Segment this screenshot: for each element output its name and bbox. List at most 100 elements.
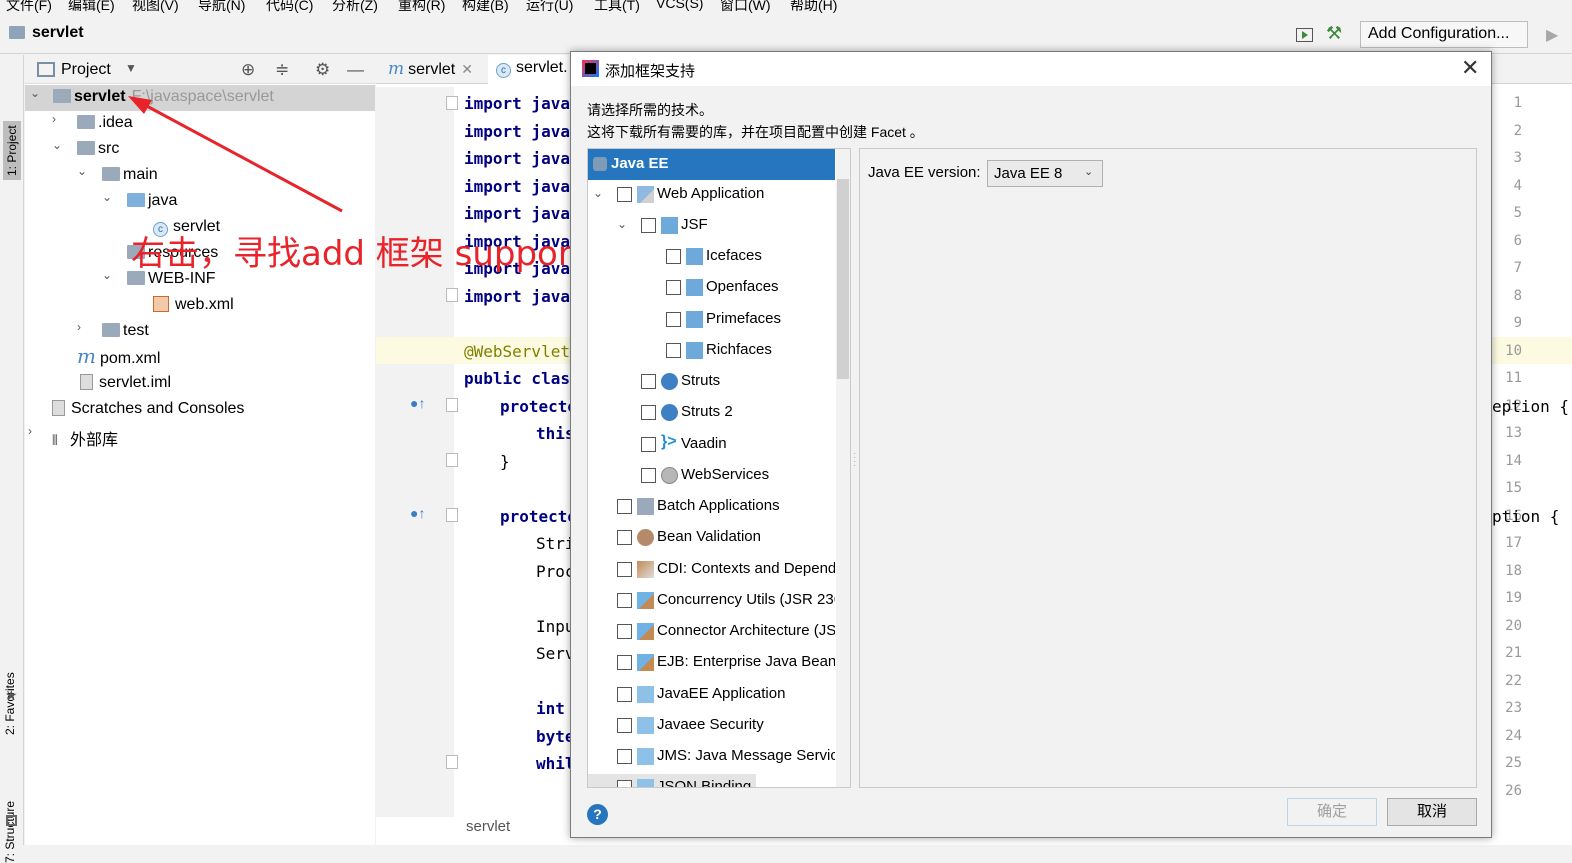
tech-item-ejb[interactable]: EJB: Enterprise Java Beans: [588, 649, 835, 679]
code-line[interactable]: import javax: [464, 177, 580, 196]
chevron-down-icon[interactable]: ⌄: [102, 268, 116, 282]
menu-code[interactable]: 代码(C): [266, 0, 313, 14]
checkbox[interactable]: [617, 780, 632, 787]
tree-item-root[interactable]: ⌄ servlet F:\javaspace\servlet: [25, 85, 375, 111]
menu-edit[interactable]: 编辑(E): [68, 0, 115, 14]
collapse-all-icon[interactable]: ≑: [275, 60, 289, 80]
tree-item-java[interactable]: ⌄ java: [25, 189, 375, 215]
checkbox[interactable]: [617, 593, 632, 608]
code-line[interactable]: ption {: [1492, 507, 1559, 526]
checkbox[interactable]: [617, 530, 632, 545]
menu-view[interactable]: 视图(V): [132, 0, 179, 14]
code-line[interactable]: protecte: [500, 507, 577, 526]
tab-pom-servlet[interactable]: m servlet ✕: [380, 55, 481, 84]
tech-item-javaee-security[interactable]: Javaee Security: [588, 712, 835, 742]
menu-file[interactable]: 文件(F): [6, 0, 52, 14]
help-button[interactable]: ?: [587, 804, 608, 825]
menu-refactor[interactable]: 重构(R): [398, 0, 445, 14]
chevron-down-icon[interactable]: ⌄: [617, 217, 627, 231]
code-line[interactable]: }: [500, 452, 510, 471]
checkbox[interactable]: [641, 468, 656, 483]
checkbox[interactable]: [617, 624, 632, 639]
menu-window[interactable]: 窗口(W): [720, 0, 771, 14]
code-line[interactable]: Proc: [536, 562, 575, 581]
code-line[interactable]: protecte: [500, 397, 577, 416]
override-method-icon[interactable]: ●↑: [410, 505, 425, 521]
chevron-right-icon[interactable]: ›: [52, 112, 66, 126]
project-view-selector[interactable]: Project: [61, 61, 111, 79]
close-icon[interactable]: ✕: [1461, 55, 1479, 81]
build-hammer-icon[interactable]: ⚒: [1326, 23, 1342, 44]
checkbox[interactable]: [617, 655, 632, 670]
chevron-down-icon[interactable]: ⌄: [77, 164, 91, 178]
minimize-icon[interactable]: —: [347, 60, 364, 80]
code-line[interactable]: whil: [536, 754, 575, 773]
code-line[interactable]: Stri: [536, 534, 575, 553]
menu-build[interactable]: 构建(B): [462, 0, 509, 14]
checkbox[interactable]: [666, 312, 681, 327]
tab-structure-toolwindow[interactable]: 7: Structure: [3, 801, 17, 863]
checkbox[interactable]: [617, 562, 632, 577]
tech-item-openfaces[interactable]: Openfaces: [588, 274, 835, 304]
tab-servlet-java[interactable]: c servlet.: [488, 55, 576, 84]
tech-item-vaadin[interactable]: }> Vaadin: [588, 431, 835, 461]
fold-marker-icon[interactable]: [446, 755, 458, 769]
tech-item-webservices[interactable]: WebServices: [588, 462, 835, 492]
fold-marker-icon[interactable]: [446, 288, 458, 302]
add-configuration-button[interactable]: Add Configuration...: [1360, 21, 1528, 48]
breadcrumb-project[interactable]: servlet: [32, 24, 84, 42]
code-line[interactable]: byte: [536, 727, 575, 746]
tree-item-test[interactable]: › test: [25, 319, 375, 345]
fold-marker-icon[interactable]: [446, 453, 458, 467]
locate-target-icon[interactable]: ⊕: [241, 60, 255, 80]
tech-item-jsf[interactable]: ⌄ JSF: [588, 212, 835, 242]
code-line[interactable]: int: [536, 699, 565, 718]
tree-item-pom[interactable]: m pom.xml: [25, 344, 375, 371]
checkbox[interactable]: [641, 218, 656, 233]
chevron-right-icon[interactable]: ›: [77, 320, 91, 334]
chevron-down-icon[interactable]: ⌄: [30, 86, 44, 100]
checkbox[interactable]: [666, 280, 681, 295]
code-line[interactable]: Serv: [536, 644, 575, 663]
tree-item-webxml[interactable]: web.xml: [25, 293, 375, 319]
menu-help[interactable]: 帮助(H): [790, 0, 837, 14]
tech-item-cdi[interactable]: CDI: Contexts and Depende: [588, 556, 835, 586]
run-window-icon[interactable]: [1296, 28, 1313, 42]
tree-item-external-libs[interactable]: › ⫴ 外部库: [25, 423, 375, 449]
code-line[interactable]: import javax: [464, 122, 580, 141]
checkbox[interactable]: [617, 499, 632, 514]
tree-item-src[interactable]: ⌄ src: [25, 137, 375, 163]
tab-project-toolwindow[interactable]: 1: Project: [3, 121, 21, 180]
scrollbar-thumb[interactable]: [837, 179, 849, 379]
tech-item-struts2[interactable]: Struts 2: [588, 399, 835, 429]
menu-tools[interactable]: 工具(T): [594, 0, 640, 14]
tech-item-json-binding[interactable]: JSON Binding: [588, 774, 756, 787]
fold-marker-icon[interactable]: [446, 398, 458, 412]
tech-item-jms[interactable]: JMS: Java Message Service: [588, 743, 835, 773]
fold-marker-icon[interactable]: [446, 508, 458, 522]
menu-vcs[interactable]: VCS(S): [656, 0, 703, 11]
checkbox[interactable]: [641, 374, 656, 389]
code-line[interactable]: this: [536, 424, 575, 443]
tech-item-concurrency[interactable]: Concurrency Utils (JSR 236): [588, 587, 835, 617]
code-line[interactable]: import javax: [464, 204, 580, 223]
checkbox[interactable]: [617, 187, 632, 202]
tech-item-connector[interactable]: Connector Architecture (JS: [588, 618, 835, 648]
splitter-handle[interactable]: · · · ·: [853, 449, 856, 471]
chevron-down-icon[interactable]: ▼: [125, 61, 137, 75]
tree-item-main[interactable]: ⌄ main: [25, 163, 375, 189]
close-icon[interactable]: ✕: [461, 61, 473, 77]
tech-item-primefaces[interactable]: Primefaces: [588, 306, 835, 336]
chevron-right-icon[interactable]: ›: [28, 424, 42, 438]
code-line[interactable]: @WebServlet(: [464, 342, 580, 361]
javaee-version-select[interactable]: Java EE 8 ⌄: [987, 160, 1103, 187]
breadcrumb-file[interactable]: servlet: [466, 818, 510, 835]
tree-item-idea[interactable]: › .idea: [25, 111, 375, 137]
chevron-down-icon[interactable]: ⌄: [102, 190, 116, 204]
tree-item-scratches[interactable]: Scratches and Consoles: [25, 397, 375, 423]
checkbox[interactable]: [641, 437, 656, 452]
tech-item-richfaces[interactable]: Richfaces: [588, 337, 835, 367]
checkbox[interactable]: [666, 249, 681, 264]
checkbox[interactable]: [666, 343, 681, 358]
menu-run[interactable]: 运行(U): [526, 0, 573, 14]
